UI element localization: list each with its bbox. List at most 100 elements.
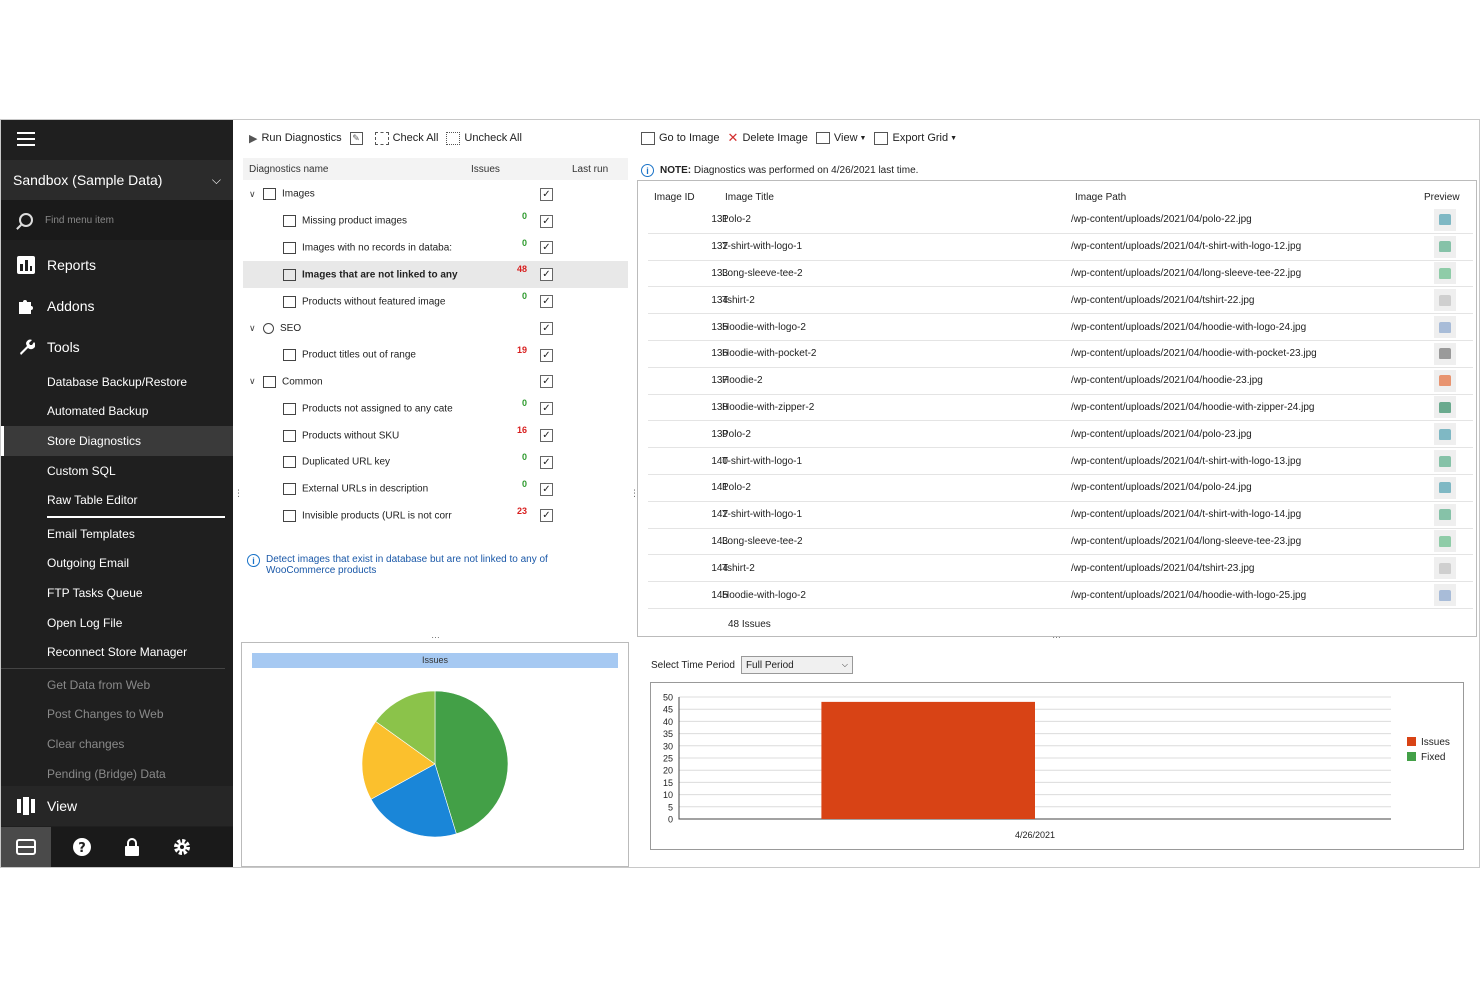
menu-item-addons[interactable]: Addons — [1, 285, 233, 326]
diagnostic-row[interactable]: ∨ SEO ✓ — [243, 315, 628, 342]
submenu-item[interactable]: Database Backup/Restore — [1, 367, 233, 397]
col-image-title[interactable]: Image Title — [725, 192, 774, 203]
preview-thumbnail[interactable] — [1434, 396, 1456, 419]
run-checkbox[interactable]: ✓ — [540, 214, 553, 228]
table-row[interactable]: 134 Tshirt-2/wp-content/uploads/2021/04/t… — [648, 287, 1473, 315]
table-row[interactable]: 140 T-shirt-with-logo-1/wp-content/upload… — [648, 448, 1473, 475]
preview-thumbnail[interactable] — [1434, 235, 1456, 258]
diagnostic-row[interactable]: ∨ Common ✓ — [243, 369, 628, 396]
col-image-id[interactable]: Image ID — [654, 192, 695, 203]
preview-thumbnail[interactable] — [1434, 316, 1456, 339]
store-selector[interactable]: Sandbox (Sample Data) ⌵ — [1, 160, 233, 200]
find-menu-input[interactable]: Find menu item — [1, 200, 233, 240]
submenu-item[interactable]: Store Diagnostics — [1, 426, 233, 456]
help-icon[interactable]: ? — [57, 827, 107, 867]
diagnostic-row[interactable]: Products not assigned to any cate 0 ✓ — [243, 395, 628, 422]
preview-thumbnail[interactable] — [1434, 423, 1456, 446]
submenu-item[interactable]: Post Changes to Web — [1, 700, 233, 730]
store-icon[interactable] — [1, 827, 51, 867]
run-checkbox[interactable]: ✓ — [540, 187, 553, 201]
horizontal-splitter[interactable]: … — [431, 630, 440, 640]
run-checkbox[interactable]: ✓ — [540, 402, 553, 416]
bar-issues[interactable] — [821, 701, 1035, 819]
preview-thumbnail[interactable] — [1434, 369, 1456, 392]
preview-thumbnail[interactable] — [1434, 530, 1456, 553]
run-diagnostics-button[interactable]: ▶ Run Diagnostics — [249, 132, 342, 145]
run-checkbox[interactable]: ✓ — [540, 321, 553, 335]
table-row[interactable]: 136 Hoodie-with-pocket-2/wp-content/uploa… — [648, 341, 1473, 368]
diagnostic-row[interactable]: External URLs in description 0 ✓ — [243, 476, 628, 503]
table-row[interactable]: 138 Hoodie-with-zipper-2/wp-content/uploa… — [648, 394, 1473, 422]
preview-thumbnail[interactable] — [1434, 262, 1456, 285]
uncheck-all-button[interactable]: Uncheck All — [446, 131, 522, 145]
submenu-item[interactable]: Clear changes — [1, 729, 233, 759]
preview-thumbnail[interactable] — [1434, 476, 1456, 499]
vertical-splitter[interactable]: ⋮ — [234, 488, 243, 499]
table-row[interactable]: 137 Hoodie-2/wp-content/uploads/2021/04/h… — [648, 367, 1473, 395]
diagnostic-row[interactable]: Products without featured image 0 ✓ — [243, 288, 628, 315]
submenu-item[interactable]: FTP Tasks Queue — [1, 578, 233, 608]
diagnostic-row[interactable]: Duplicated URL key 0 ✓ — [243, 449, 628, 476]
diagnostic-row[interactable]: Invisible products (URL is not corr 23 ✓ — [243, 503, 628, 530]
submenu-item[interactable]: Reconnect Store Manager — [1, 637, 233, 667]
diagnostic-row[interactable]: Missing product images 0 ✓ — [243, 208, 628, 235]
preview-thumbnail[interactable] — [1434, 450, 1456, 473]
col-image-path[interactable]: Image Path — [1075, 192, 1126, 203]
diagnostic-row[interactable]: Images that are not linked to any 48 ✓ — [243, 261, 628, 289]
submenu-item[interactable]: Outgoing Email — [1, 549, 233, 579]
menu-item-tools[interactable]: Tools — [1, 326, 233, 367]
submenu-item[interactable]: Custom SQL — [1, 456, 233, 486]
expand-chevron-icon[interactable]: ∨ — [249, 189, 256, 200]
table-row[interactable]: 132 T-shirt-with-logo-1/wp-content/upload… — [648, 233, 1473, 261]
submenu-item[interactable]: Open Log File — [1, 608, 233, 638]
table-row[interactable]: 143 Long-sleeve-tee-2/wp-content/uploads/… — [648, 528, 1473, 556]
preview-thumbnail[interactable] — [1434, 289, 1456, 312]
export-grid-button[interactable]: Export Grid ▼ — [874, 131, 957, 145]
table-row[interactable]: 145 Hoodie-with-logo-2/wp-content/uploads… — [648, 582, 1473, 609]
preview-thumbnail[interactable] — [1434, 557, 1456, 580]
table-row[interactable]: 131 Polo-2/wp-content/uploads/2021/04/pol… — [648, 207, 1473, 234]
submenu-item[interactable]: Email Templates — [1, 519, 233, 549]
submenu-item[interactable]: Pending (Bridge) Data — [1, 759, 233, 789]
preview-thumbnail[interactable] — [1434, 584, 1456, 607]
delete-image-button[interactable]: ✕ Delete Image — [728, 130, 808, 146]
view-dropdown-button[interactable]: View ▼ — [815, 132, 866, 144]
diagnostic-row[interactable]: Products without SKU 16 ✓ — [243, 422, 628, 449]
table-row[interactable]: 139 Polo-2/wp-content/uploads/2021/04/pol… — [648, 421, 1473, 449]
run-checkbox[interactable]: ✓ — [540, 241, 553, 255]
period-select[interactable]: Full Period ⌵ — [740, 656, 853, 674]
submenu-item[interactable]: Get Data from Web — [1, 670, 233, 700]
table-row[interactable]: 142 T-shirt-with-logo-1/wp-content/upload… — [648, 501, 1473, 529]
edit-button[interactable]: ✎ — [349, 131, 367, 145]
table-row[interactable]: 144 Tshirt-2/wp-content/uploads/2021/04/t… — [648, 555, 1473, 583]
expand-chevron-icon[interactable]: ∨ — [249, 323, 256, 334]
menu-item-reports[interactable]: Reports — [1, 244, 233, 285]
diagnostic-row[interactable]: ∨ Images ✓ — [243, 181, 628, 208]
table-row[interactable]: 133 Long-sleeve-tee-2/wp-content/uploads/… — [648, 260, 1473, 288]
preview-thumbnail[interactable] — [1434, 503, 1456, 526]
diagnostic-row[interactable]: Images with no records in databa: 0 ✓ — [243, 235, 628, 262]
table-row[interactable]: 135 Hoodie-with-logo-2/wp-content/uploads… — [648, 314, 1473, 341]
run-checkbox[interactable]: ✓ — [540, 509, 553, 523]
table-row[interactable]: 141 Polo-2/wp-content/uploads/2021/04/pol… — [648, 475, 1473, 502]
diagnostic-row[interactable]: Product titles out of range 19 ✓ — [243, 342, 628, 369]
col-preview[interactable]: Preview — [1424, 192, 1460, 203]
submenu-item[interactable]: Raw Table Editor — [1, 485, 233, 515]
gear-icon[interactable] — [157, 827, 207, 867]
preview-thumbnail[interactable] — [1434, 342, 1456, 365]
check-all-button[interactable]: Check All — [374, 131, 438, 145]
menu-item-view[interactable]: View — [1, 786, 233, 826]
run-checkbox[interactable]: ✓ — [540, 429, 553, 443]
run-checkbox[interactable]: ✓ — [540, 348, 553, 362]
lock-icon[interactable] — [107, 827, 157, 867]
run-checkbox[interactable]: ✓ — [540, 375, 553, 389]
run-checkbox[interactable]: ✓ — [540, 295, 553, 309]
expand-chevron-icon[interactable]: ∨ — [249, 376, 256, 387]
hamburger-icon[interactable] — [17, 132, 35, 146]
preview-thumbnail[interactable] — [1434, 208, 1456, 231]
go-to-image-button[interactable]: Go to Image — [641, 131, 720, 145]
run-checkbox[interactable]: ✓ — [540, 455, 553, 469]
submenu-item[interactable]: Automated Backup — [1, 397, 233, 427]
run-checkbox[interactable]: ✓ — [540, 482, 553, 496]
run-checkbox[interactable]: ✓ — [540, 268, 553, 282]
